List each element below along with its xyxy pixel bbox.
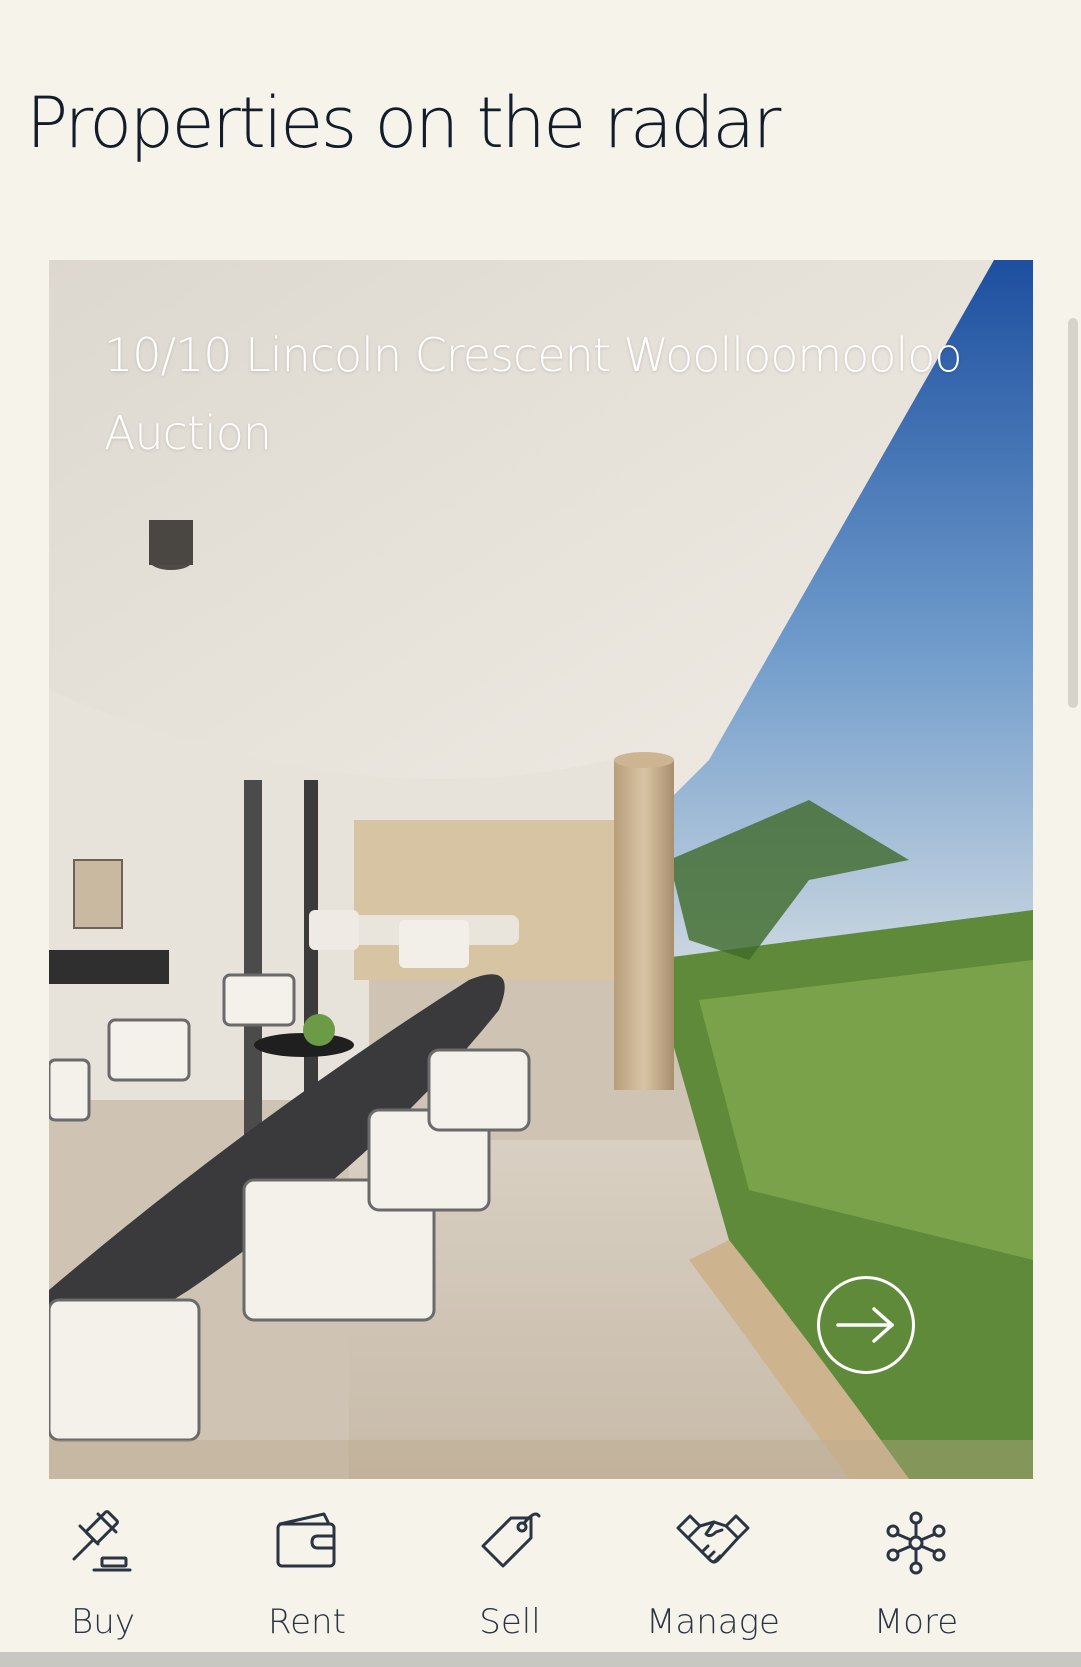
nav-label-manage: Manage bbox=[646, 1602, 780, 1642]
arrow-right-circle-icon bbox=[836, 1307, 894, 1343]
home-indicator-bar bbox=[0, 1652, 1081, 1667]
nav-label-buy: Buy bbox=[71, 1602, 135, 1642]
nav-label-rent: Rent bbox=[268, 1602, 346, 1642]
listing-sale-method: Auction bbox=[104, 406, 272, 460]
bottom-navigation: Buy Rent Sell Manage More bbox=[0, 1480, 1081, 1652]
nav-item-buy[interactable]: Buy bbox=[3, 1508, 203, 1648]
gavel-icon bbox=[72, 1510, 132, 1572]
page-title: Properties on the radar bbox=[26, 82, 781, 164]
property-card[interactable]: 10/10 Lincoln Crescent Woolloomooloo Auc… bbox=[49, 260, 1033, 1479]
nav-label-sell: Sell bbox=[479, 1602, 541, 1642]
price-tag-icon bbox=[481, 1512, 541, 1568]
scrollbar-thumb[interactable] bbox=[1068, 318, 1078, 708]
listing-address: 10/10 Lincoln Crescent Woolloomooloo bbox=[104, 328, 963, 382]
wallet-icon bbox=[276, 1512, 336, 1568]
nav-item-sell[interactable]: Sell bbox=[410, 1508, 610, 1648]
nav-item-manage[interactable]: Manage bbox=[613, 1508, 813, 1648]
network-icon bbox=[886, 1511, 946, 1575]
nav-item-more[interactable]: More bbox=[816, 1508, 1016, 1648]
handshake-icon bbox=[676, 1514, 750, 1564]
nav-label-more: More bbox=[873, 1602, 959, 1642]
next-listing-button[interactable] bbox=[817, 1276, 915, 1374]
nav-item-rent[interactable]: Rent bbox=[207, 1508, 407, 1648]
